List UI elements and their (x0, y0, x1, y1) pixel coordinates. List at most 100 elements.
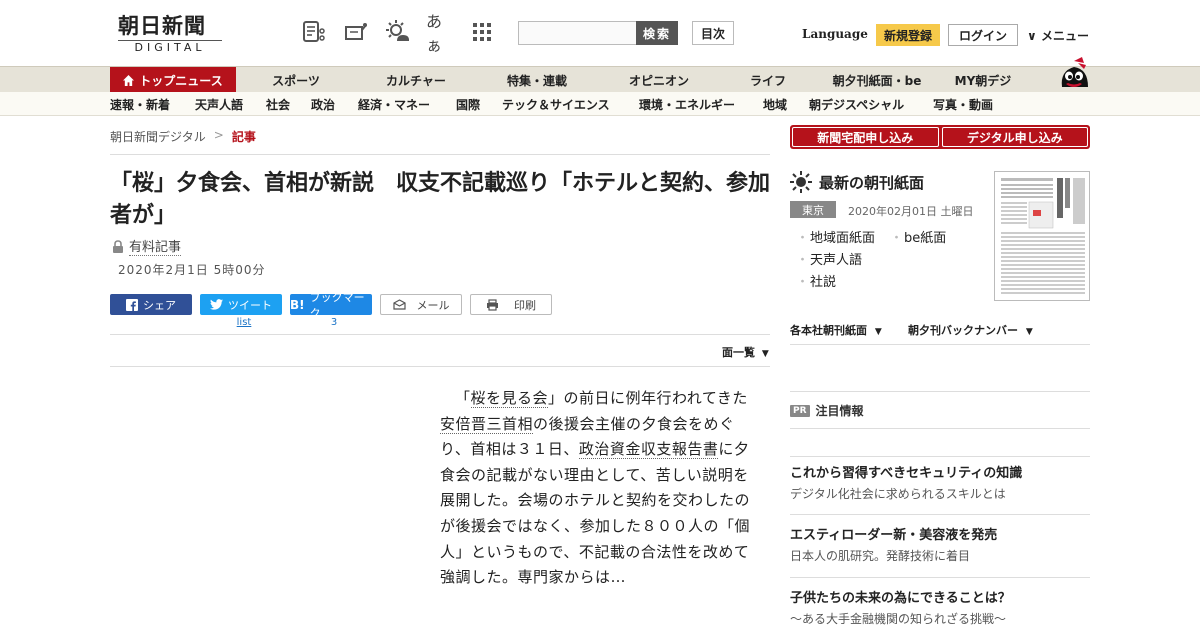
latest-paper-title: 最新の朝刊紙面 (819, 173, 925, 192)
subnav-item[interactable]: 速報・新着 (110, 92, 195, 116)
menu-button[interactable]: ∨ メニュー (1027, 27, 1089, 44)
latest-paper-heading: 最新の朝刊紙面 (790, 171, 924, 193)
paper-link[interactable]: 天声人語 (796, 249, 862, 268)
newspaper-thumbnail-image (995, 172, 1089, 300)
subnav-item[interactable]: 経済・マネー (358, 92, 456, 116)
article-date: 2020年2月1日 5時00分 (118, 263, 266, 277)
nav-item-top-news[interactable]: トップニュース (110, 67, 236, 93)
mail-share-label: メール (416, 298, 450, 312)
nav-item-life[interactable]: ライフ (720, 67, 816, 93)
hatena-bookmark-label: ブックマーク (309, 290, 365, 320)
paper-link[interactable]: 地域面紙面 (796, 227, 875, 246)
search-button[interactable]: 検索 (636, 21, 678, 45)
newspaper-delivery-button[interactable]: 新聞宅配申し込み (792, 127, 939, 147)
pr-item-title: これから習得すべきセキュリティの知識 (790, 466, 1023, 481)
facebook-share-button[interactable]: シェア (110, 294, 192, 315)
keyword-link[interactable]: 政治資金収支報告書 (578, 440, 719, 460)
pr-item-title: エスティローダー新・美容液を発売 (790, 528, 998, 543)
pr-item[interactable]: エスティローダー新・美容液を発売 日本人の肌研究。発酵技術に着目 (790, 526, 1090, 566)
caret-down-icon: ▼ (874, 327, 882, 337)
page-list-dropdown[interactable]: 面一覧 ▼ (722, 344, 769, 360)
regional-editions-dropdown[interactable]: 各本社朝刊紙面 ▼ (790, 322, 882, 338)
weather-icon[interactable] (384, 18, 412, 46)
subnav-item[interactable]: 政治 (311, 92, 358, 116)
sun-icon (790, 171, 812, 193)
divider (110, 154, 770, 155)
twitter-share-label: ツイート (228, 298, 272, 312)
divider (790, 428, 1090, 429)
nav-item-features[interactable]: 特集・連載 (476, 67, 598, 93)
keyword-link[interactable]: 桜を見る会 (470, 389, 549, 408)
language-link[interactable]: Language (802, 27, 868, 41)
breadcrumb-home[interactable]: 朝日新聞デジタル (110, 128, 206, 145)
nav-item-my-asadigi[interactable]: MY朝デジ (938, 67, 1028, 93)
print-icon (487, 298, 498, 311)
divider (790, 391, 1090, 392)
subnav-item[interactable]: 地域 (763, 92, 809, 116)
twitter-share-button[interactable]: ツイート (200, 294, 282, 315)
article-body: 「桜を見る会」の前日に例年行われてきた安倍晋三首相の後援会主催の夕食会をめぐり、… (440, 386, 750, 591)
newspaper-thumbnail[interactable] (994, 171, 1090, 301)
secondary-nav-list: 速報・新着 天声人語 社会 政治 経済・マネー 国際 テック＆サイエンス 環境・… (110, 92, 1003, 116)
nav-item-culture[interactable]: カルチャー (356, 67, 476, 93)
menu-label: メニュー (1040, 29, 1089, 43)
pr-item[interactable]: 子供たちの未来の為にできることは？ ～ある大手金融機関の知られざる挑戦～ (790, 589, 1090, 629)
logo-main-text: 朝日新聞 (118, 13, 206, 38)
subnav-item[interactable]: 社会 (266, 92, 311, 116)
toc-button[interactable]: 目次 (692, 21, 734, 45)
digital-subscribe-button[interactable]: デジタル申し込み (941, 127, 1088, 147)
site-logo[interactable]: 朝日新聞 DIGITAL (118, 14, 228, 54)
nav-item-sports[interactable]: スポーツ (236, 67, 356, 93)
signup-button[interactable]: 新規登録 (876, 24, 940, 46)
header-icon-bar: あぁ (300, 12, 496, 55)
logo-sub-text: DIGITAL (118, 40, 222, 54)
paper-link[interactable]: 社説 (796, 271, 836, 290)
divider (790, 456, 1090, 457)
grid-menu-icon[interactable] (468, 18, 496, 46)
subnav-item[interactable]: テック＆サイエンス (502, 92, 639, 116)
font-size-icon[interactable]: あぁ (426, 12, 454, 55)
divider (790, 514, 1090, 515)
pr-item-subtitle: デジタル化社会に求められるスキルとは (790, 487, 1006, 501)
keyword-link[interactable]: 安倍晋三首相 (440, 414, 534, 434)
subnav-item[interactable]: 天声人語 (195, 92, 266, 116)
subnav-item[interactable]: 写真・動画 (933, 92, 1003, 116)
caret-down-icon: ▼ (761, 349, 769, 359)
page-list-label: 面一覧 (722, 346, 755, 359)
divider (110, 366, 770, 367)
pr-item[interactable]: これから習得すべきセキュリティの知識 デジタル化社会に求められるスキルとは (790, 464, 1090, 504)
subnav-item[interactable]: 朝デジスペシャル (809, 92, 933, 116)
print-button[interactable]: 印刷 (470, 294, 552, 315)
caret-down-icon: ▼ (1025, 327, 1033, 337)
pr-item-subtitle: ～ある大手金融機関の知られざる挑戦～ (790, 612, 1007, 626)
nav-item-print-edition[interactable]: 朝夕刊紙面・be (816, 67, 938, 93)
twitter-count-link[interactable]: list (203, 317, 285, 328)
nav-item-opinion[interactable]: オピニオン (598, 67, 720, 93)
pr-heading-text: 注目情報 (815, 404, 864, 418)
ticket-icon[interactable] (342, 18, 370, 46)
primary-nav: トップニュース スポーツ カルチャー 特集・連載 オピニオン ライフ 朝夕刊紙面… (0, 66, 1200, 93)
paper-link[interactable]: be紙面 (890, 227, 946, 246)
subscription-buttons: 新聞宅配申し込み デジタル申し込み (790, 125, 1090, 149)
lock-icon (113, 239, 123, 253)
paper-date: 2020年02月01日 土曜日 (848, 205, 974, 218)
print-label: 印刷 (514, 298, 536, 312)
regional-editions-label: 各本社朝刊紙面 (790, 324, 867, 337)
mascot-character-icon[interactable] (1056, 57, 1092, 93)
newspaper-scrap-icon[interactable] (300, 18, 328, 46)
search-input[interactable] (518, 21, 637, 45)
subnav-item[interactable]: 国際 (456, 92, 502, 116)
pr-item-subtitle: 日本人の肌研究。発酵技術に着目 (790, 549, 971, 563)
back-numbers-dropdown[interactable]: 朝夕刊バックナンバー ▼ (908, 322, 1033, 338)
hatena-count-link[interactable]: 3 (293, 317, 375, 328)
hatena-bookmark-icon: B! (290, 297, 305, 312)
paid-article-text: 有料記事 (129, 236, 182, 256)
hatena-bookmark-button[interactable]: B! ブックマーク (290, 291, 372, 320)
pr-heading: PR 注目情報 (790, 402, 864, 419)
mail-share-button[interactable]: メール (380, 294, 462, 315)
subnav-item[interactable]: 環境・エネルギー (639, 92, 763, 116)
login-button[interactable]: ログイン (948, 24, 1018, 46)
site-header: 朝日新聞 DIGITAL あぁ 検索 目次 Language 新規登録 ログイン… (0, 0, 1200, 66)
mail-icon (392, 299, 406, 310)
breadcrumb-current: 記事 (231, 130, 256, 144)
